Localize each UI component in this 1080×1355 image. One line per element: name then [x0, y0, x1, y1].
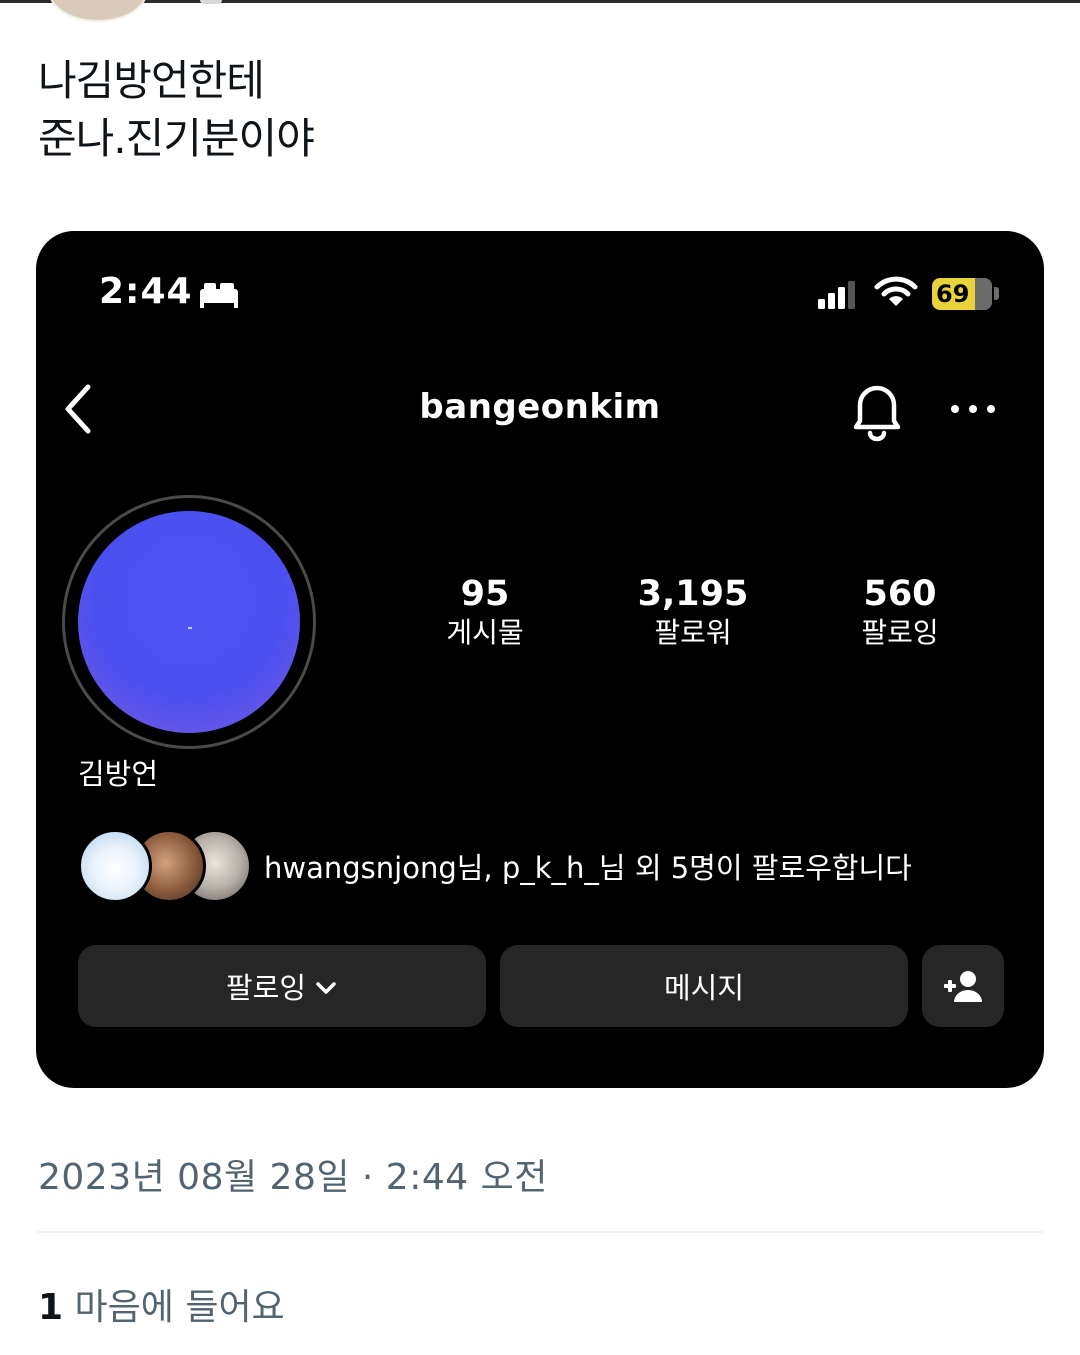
author-name-fragment	[200, 0, 222, 4]
followers-label: 팔로워	[654, 616, 732, 649]
chevron-down-icon	[316, 982, 336, 994]
following-button-label: 팔로잉	[225, 971, 307, 1005]
more-icon[interactable]	[949, 399, 997, 419]
battery-level: 69	[936, 280, 970, 308]
attached-screenshot[interactable]: 2:44 69 bangeonkim 95 게시물 3,195 팔로워 560 …	[36, 231, 1044, 1088]
message-button[interactable]: 메시지	[500, 945, 908, 1027]
battery-icon: 69	[932, 278, 992, 310]
following-button[interactable]: 팔로잉	[78, 945, 486, 1027]
tweet-text-line-1: 나김방언한테	[38, 56, 265, 105]
bell-icon[interactable]	[846, 377, 908, 443]
status-time: 2:44	[99, 271, 193, 312]
followers-count: 3,195	[637, 574, 749, 614]
bed-icon	[200, 283, 238, 308]
battery-empty-fill	[975, 278, 992, 310]
following-label: 팔로잉	[861, 616, 939, 649]
likes-summary[interactable]: 1 마음에 들어요	[38, 1278, 285, 1330]
mutual-followers-text[interactable]: hwangsnjong님, p_k_h_님 외 5명이 팔로우합니다	[264, 845, 912, 887]
likes-count: 1	[38, 1287, 64, 1328]
profile-display-name: 김방언	[78, 757, 159, 791]
following-count: 560	[863, 574, 937, 614]
tweet-page: 나김방언한테 준나.진기분이야 2:44 69 bangeonkim 95 게시…	[0, 0, 1080, 1355]
posts-label: 게시물	[446, 616, 524, 649]
stat-followers[interactable]: 3,195 팔로워	[613, 573, 773, 651]
tweet-timestamp[interactable]: 2023년 08월 28일 · 2:44 오전	[38, 1148, 548, 1200]
profile-picture-speck	[188, 627, 192, 629]
signal-icon	[818, 281, 855, 309]
stat-following[interactable]: 560 팔로잉	[820, 573, 980, 651]
stat-posts[interactable]: 95 게시물	[405, 573, 565, 651]
add-user-icon	[944, 971, 982, 1002]
wifi-icon	[874, 276, 918, 306]
top-divider	[0, 0, 1080, 3]
divider	[36, 1231, 1044, 1233]
battery-cap	[994, 287, 999, 300]
message-button-label: 메시지	[663, 971, 745, 1005]
tweet-text: 나김방언한테 준나.진기분이야	[38, 52, 315, 168]
tweet-text-line-2: 준나.진기분이야	[38, 114, 315, 163]
add-user-button[interactable]	[922, 945, 1004, 1027]
mutual-followers-avatars[interactable]	[78, 829, 252, 903]
avatar	[78, 829, 152, 903]
likes-label: 마음에 들어요	[74, 1287, 285, 1328]
profile-picture[interactable]	[78, 511, 300, 733]
author-avatar[interactable]	[48, 0, 148, 22]
posts-count: 95	[460, 574, 510, 614]
